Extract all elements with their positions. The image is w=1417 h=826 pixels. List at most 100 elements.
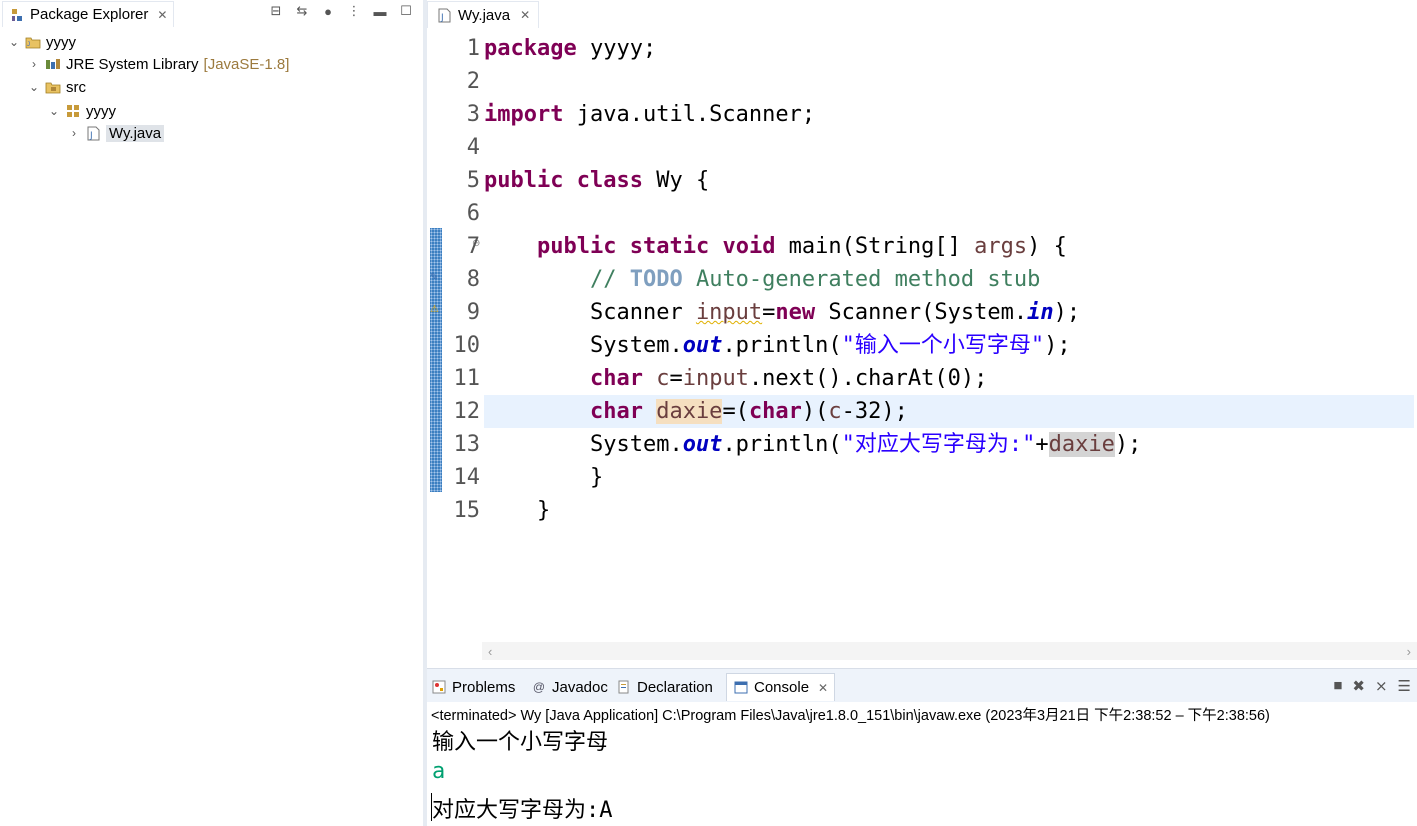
java-file-icon: J (85, 125, 101, 141)
code-line[interactable]: // TODO Auto-generated method stub (484, 263, 1414, 296)
editor-tabbar: J Wy.java ✕ (427, 0, 1417, 28)
close-icon[interactable]: ✕ (520, 8, 530, 22)
code-text: -32); (841, 399, 908, 424)
code-text: .println( (722, 333, 842, 358)
tree-item-src[interactable]: ⌄ src (28, 76, 86, 98)
code-line[interactable]: } (484, 494, 1414, 527)
console-icon (733, 680, 749, 696)
link-with-editor-icon[interactable]: ⇆ (294, 3, 310, 19)
line-number: 5 (466, 168, 480, 193)
view-menu-icon[interactable]: ⋮ (346, 3, 362, 19)
package-icon (65, 103, 81, 119)
package-explorer-icon (9, 7, 25, 23)
code-text-area[interactable]: package yyyy; import java.util.Scanner; … (484, 32, 1414, 527)
code-line[interactable]: package yyyy; (484, 32, 1414, 65)
chevron-right-icon[interactable]: › (28, 57, 40, 71)
code-text: )( (801, 399, 829, 424)
console-view: Problems @ Javadoc Declaration Console ✕… (427, 668, 1417, 826)
tab-javadoc[interactable]: @ Javadoc (531, 673, 608, 701)
tab-package-explorer[interactable]: Package Explorer ✕ (2, 1, 175, 27)
package-explorer-view: Package Explorer ✕ ⊟ ⇆ ● ⋮ ▬ ☐ ⌄ J yyyy … (0, 0, 424, 826)
code-line[interactable]: public static void main(String[] args) { (484, 230, 1414, 263)
code-text: Scanner (589, 300, 696, 325)
keyword: new (775, 300, 816, 325)
local-variable: c (656, 366, 670, 391)
code-text: java.util.Scanner; (563, 102, 816, 127)
line-number: 7 (466, 234, 480, 259)
tab-declaration[interactable]: Declaration (616, 673, 713, 701)
horizontal-scrollbar[interactable]: ‹ › (482, 642, 1417, 660)
text-cursor (431, 793, 432, 821)
code-text: Scanner(System. (815, 300, 1028, 325)
chevron-down-icon[interactable]: ⌄ (8, 35, 20, 49)
at-sign-icon: @ (532, 680, 546, 694)
tree-item-file[interactable]: › J Wy.java (68, 122, 165, 144)
tree-item-jre[interactable]: › JRE System Library [JavaSE-1.8] (28, 53, 289, 75)
task-marker-icon[interactable]: ✎ (430, 272, 438, 283)
maximize-icon[interactable]: ☐ (398, 3, 414, 19)
svg-text:J: J (89, 131, 93, 141)
comment: Auto-generated method stub (682, 267, 1041, 292)
close-icon[interactable]: ✕ (818, 681, 828, 695)
bottom-tabbar: Problems @ Javadoc Declaration Console ✕… (427, 668, 1417, 702)
local-variable: input (682, 366, 749, 391)
code-text: = (669, 366, 683, 391)
tab-wy-java[interactable]: J Wy.java ✕ (427, 1, 540, 28)
tree-item-project[interactable]: ⌄ J yyyy (8, 31, 76, 53)
code-line[interactable]: char c=input.next().charAt(0); (484, 362, 1414, 395)
code-line-current[interactable]: char daxie=(char)(c-32); (484, 395, 1414, 428)
code-line[interactable] (484, 197, 1414, 230)
code-text: main(String[] (775, 234, 975, 259)
scroll-left-icon[interactable]: ‹ (488, 644, 492, 659)
code-line[interactable]: public class Wy { (484, 164, 1414, 197)
tab-problems[interactable]: Problems (431, 673, 515, 701)
warning-icon[interactable]: ⚠ (430, 304, 439, 315)
tab-label: Declaration (637, 678, 713, 696)
chevron-right-icon[interactable]: › (68, 126, 80, 140)
scroll-right-icon[interactable]: › (1407, 644, 1411, 659)
code-line[interactable] (484, 131, 1414, 164)
code-line[interactable]: System.out.println("对应大写字母为:"+daxie); (484, 428, 1414, 461)
remove-all-launches-icon[interactable]: ⨯ (1375, 677, 1388, 695)
console-toolbar: ■ ✖ ⨯ ☰ (1333, 677, 1411, 695)
line-number: 2 (466, 69, 480, 94)
java-editor[interactable]: J Wy.java ✕ ⊖ ✎ ⚠ 1 2 3 4 5 6 7 8 9 10 1… (427, 0, 1417, 664)
clear-console-icon[interactable]: ☰ (1398, 677, 1411, 695)
keyword: char (589, 399, 643, 424)
focus-icon[interactable]: ● (320, 4, 336, 19)
code-text: } (484, 465, 604, 490)
change-ruler (430, 228, 442, 492)
remove-launch-icon[interactable]: ✖ (1352, 677, 1365, 695)
close-icon[interactable]: ✕ (157, 8, 167, 22)
code-line[interactable]: } (484, 461, 1414, 494)
svg-text:J: J (440, 13, 444, 23)
line-number: 9 (466, 300, 480, 325)
code-line[interactable]: import java.util.Scanner; (484, 98, 1414, 131)
tree-item-package[interactable]: ⌄ yyyy (48, 100, 116, 122)
terminate-icon[interactable]: ■ (1333, 677, 1342, 695)
line-number: 15 (453, 498, 481, 523)
code-line[interactable] (484, 65, 1414, 98)
tree-label-jre: JRE System Library (66, 55, 199, 73)
minimize-icon[interactable]: ▬ (372, 4, 388, 19)
chevron-down-icon[interactable]: ⌄ (28, 80, 40, 94)
collapse-all-icon[interactable]: ⊟ (268, 3, 284, 19)
line-number: 6 (466, 201, 480, 226)
problems-icon (431, 679, 447, 695)
code-line[interactable]: System.out.println("输入一个小写字母"); (484, 329, 1414, 362)
tab-console[interactable]: Console ✕ (726, 673, 836, 701)
tree-label-file: Wy.java (106, 124, 165, 142)
code-line[interactable]: Scanner input=new Scanner(System.in); (484, 296, 1414, 329)
tab-label: Javadoc (552, 678, 608, 696)
tab-label: Problems (452, 678, 516, 696)
line-number: 3 (466, 102, 480, 127)
keyword: static (629, 234, 710, 259)
string-literal: "输入一个小写字母" (841, 333, 1045, 358)
chevron-down-icon[interactable]: ⌄ (48, 104, 60, 118)
line-number: 10 (453, 333, 481, 358)
todo-tag: TODO (629, 267, 683, 292)
